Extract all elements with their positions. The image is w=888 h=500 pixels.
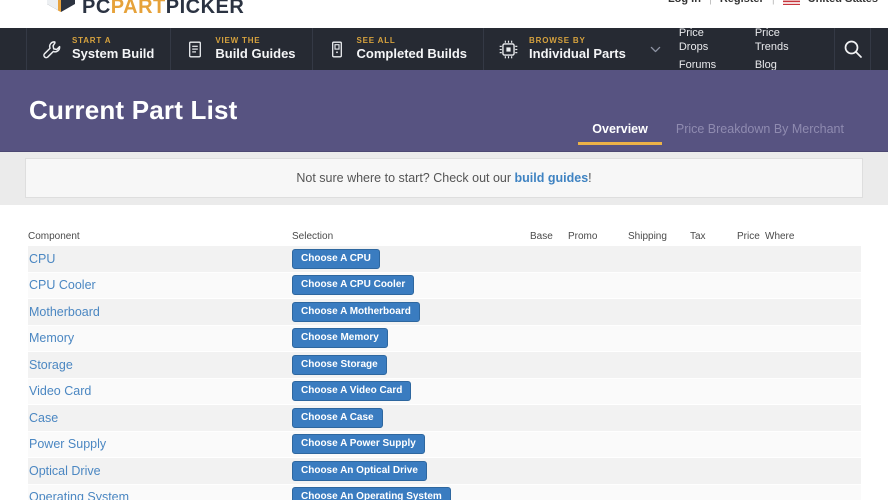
price-drops-link[interactable]: Price Drops	[679, 26, 721, 54]
banner-text: Not sure where to start? Check out our b…	[296, 171, 591, 185]
page-header: Current Part List Overview Price Breakdo…	[0, 70, 888, 152]
parts-table: Component Selection Base Promo Shipping …	[28, 227, 861, 500]
divider: |	[709, 0, 712, 5]
choose-operating-system-button[interactable]: Choose An Operating System	[292, 487, 451, 500]
search-button[interactable]	[833, 28, 872, 70]
nav-text: SEE ALL Completed Builds	[357, 36, 468, 62]
logo-cube-icon	[47, 0, 75, 12]
nav-item-system-build[interactable]: START A System Build	[26, 28, 170, 70]
tower-icon	[331, 41, 342, 57]
table-body: CPU Choose A CPU CPU Cooler Choose A CPU…	[28, 246, 861, 500]
tab-bar: Overview Price Breakdown By Merchant	[578, 122, 858, 151]
nav-label: Individual Parts	[529, 45, 626, 61]
banner-text-after: !	[588, 171, 592, 185]
table-row: Case Choose A Case	[28, 405, 861, 432]
search-icon	[844, 40, 862, 58]
build-guides-link[interactable]: build guides	[515, 171, 589, 185]
component-link-operating-system[interactable]: Operating System	[28, 490, 292, 500]
banner-text-before: Not sure where to start? Check out our	[296, 171, 515, 185]
price-trends-link[interactable]: Price Trends	[755, 26, 800, 54]
logo-wordmark[interactable]: PCPARTPICKER	[82, 0, 244, 19]
top-bar: PCPARTPICKER Log In | Register | United …	[0, 0, 888, 28]
choose-power-supply-button[interactable]: Choose A Power Supply	[292, 434, 425, 455]
component-link-cpu-cooler[interactable]: CPU Cooler	[28, 278, 292, 292]
choose-case-button[interactable]: Choose A Case	[292, 407, 383, 428]
choose-optical-drive-button[interactable]: Choose An Optical Drive	[292, 460, 427, 481]
tab-overview[interactable]: Overview	[578, 122, 662, 145]
login-link[interactable]: Log In	[668, 0, 701, 5]
nav-kicker: BROWSE BY	[529, 35, 586, 45]
register-link[interactable]: Register	[720, 0, 764, 5]
col-header-where: Where	[765, 231, 795, 242]
divider: |	[772, 0, 775, 5]
table-row: Motherboard Choose A Motherboard	[28, 299, 861, 326]
col-header-component: Component	[28, 231, 80, 242]
table-row: Video Card Choose A Video Card	[28, 378, 861, 405]
nav-quick-links: Price Drops Forums Price Trends Blog	[679, 26, 834, 72]
chevron-down-icon	[648, 42, 663, 57]
table-row: Optical Drive Choose An Optical Drive	[28, 458, 861, 485]
nav-kicker: VIEW THE	[215, 35, 261, 45]
choose-motherboard-button[interactable]: Choose A Motherboard	[292, 301, 420, 322]
nav-label: System Build	[72, 45, 155, 61]
tab-price-breakdown[interactable]: Price Breakdown By Merchant	[662, 122, 858, 145]
component-link-storage[interactable]: Storage	[28, 358, 292, 372]
col-header-promo: Promo	[568, 231, 598, 242]
us-flag-icon	[782, 0, 800, 5]
choose-cpu-button[interactable]: Choose A CPU	[292, 248, 380, 269]
table-row: CPU Choose A CPU	[28, 246, 861, 273]
col-header-price: Price	[737, 231, 760, 242]
component-link-memory[interactable]: Memory	[28, 331, 292, 345]
logo-picker: PICKER	[165, 0, 245, 18]
component-link-video-card[interactable]: Video Card	[28, 384, 292, 398]
page-title: Current Part List	[29, 95, 238, 125]
nav-item-individual-parts[interactable]: BROWSE BY Individual Parts	[483, 28, 679, 70]
logo-pc: PC	[82, 0, 111, 18]
nav-item-build-guides[interactable]: VIEW THE Build Guides	[170, 28, 311, 70]
country-selector[interactable]: United States	[808, 0, 878, 5]
table-row: CPU Cooler Choose A CPU Cooler	[28, 272, 861, 299]
chip-icon	[499, 40, 518, 58]
table-header-row: Component Selection Base Promo Shipping …	[28, 227, 861, 246]
component-link-power-supply[interactable]: Power Supply	[28, 437, 292, 451]
table-row: Storage Choose Storage	[28, 352, 861, 379]
table-row: Operating System Choose An Operating Sys…	[28, 484, 861, 500]
choose-memory-button[interactable]: Choose Memory	[292, 328, 388, 349]
nav-kicker: START A	[72, 35, 112, 45]
nav-label: Build Guides	[215, 45, 296, 61]
nav-kicker: SEE ALL	[356, 35, 396, 45]
component-link-optical-drive[interactable]: Optical Drive	[28, 464, 292, 478]
col-header-tax: Tax	[690, 231, 706, 242]
logo-part: PART	[110, 0, 166, 18]
choose-storage-button[interactable]: Choose Storage	[292, 354, 387, 375]
table-row: Power Supply Choose A Power Supply	[28, 431, 861, 458]
account-links: Log In | Register | United States	[668, 0, 878, 5]
choose-cpu-cooler-button[interactable]: Choose A CPU Cooler	[292, 275, 415, 296]
nav-text: BROWSE BY Individual Parts	[529, 36, 626, 62]
component-link-case[interactable]: Case	[28, 411, 292, 425]
nav-text: START A System Build	[72, 36, 154, 62]
site-logo[interactable]	[45, 0, 77, 13]
table-row: Memory Choose Memory	[28, 325, 861, 352]
nav-right: Price Drops Forums Price Trends Blog	[679, 26, 888, 72]
nav-links-col: Price Trends Blog	[755, 26, 800, 72]
component-link-motherboard[interactable]: Motherboard	[28, 305, 292, 319]
wrench-icon	[43, 40, 61, 58]
main-nav: START A System Build VIEW THE Build Guid…	[0, 26, 888, 72]
col-header-selection: Selection	[292, 231, 334, 242]
col-header-base: Base	[530, 231, 553, 242]
nav-links-col: Price Drops Forums	[679, 26, 721, 72]
component-link-cpu[interactable]: CPU	[28, 252, 292, 266]
nav-tail	[871, 28, 888, 70]
nav-text: VIEW THE Build Guides	[215, 36, 295, 62]
col-header-shipping: Shipping	[628, 231, 667, 242]
choose-video-card-button[interactable]: Choose A Video Card	[292, 381, 412, 402]
nav-label: Completed Builds	[356, 45, 468, 61]
nav-item-completed-builds[interactable]: SEE ALL Completed Builds	[311, 28, 484, 70]
guide-icon	[189, 41, 202, 57]
build-guides-banner: Not sure where to start? Check out our b…	[25, 158, 863, 198]
banner-band: Not sure where to start? Check out our b…	[0, 152, 888, 205]
